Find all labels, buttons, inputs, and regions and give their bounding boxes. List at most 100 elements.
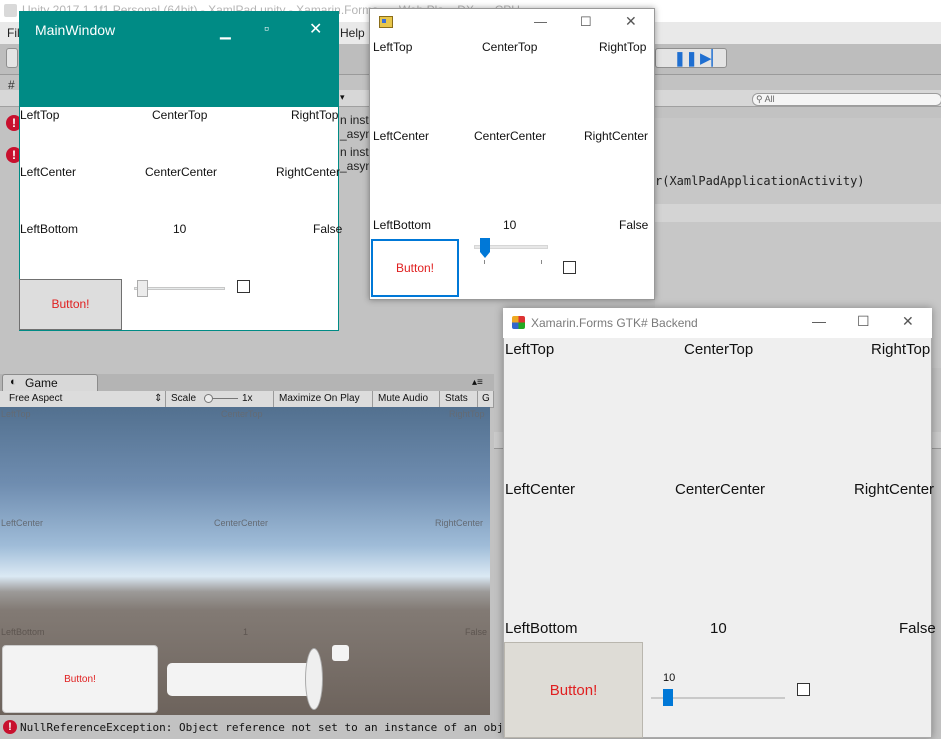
wpf-label-right-top: RightTop [291,108,339,122]
app-icon-detail [382,19,386,23]
aspect-dropdown-value: Free Aspect [9,393,63,404]
scale-slider[interactable]: Scale 1x [166,391,274,407]
gtk-label-left-top: LeftTop [505,341,555,358]
game-slider-value: 1 [243,627,249,637]
wf-label-center-top: CenterTop [482,40,538,54]
stats-toggle[interactable]: Stats [440,391,478,407]
console-entry-line: n inst [340,113,369,127]
game-toggle[interactable] [332,645,349,661]
game-slider-thumb[interactable] [305,648,323,710]
game-button[interactable]: Button! [2,645,158,713]
wpf-label-right-center: RightCenter [276,165,341,179]
error-icon: ! [3,720,17,734]
wf-button[interactable]: Button! [371,239,459,297]
gtk-window-title: Xamarin.Forms GTK# Backend [531,316,698,330]
gtk-label-center-top: CenterTop [684,341,754,358]
gtk-label-left-center: LeftCenter [505,481,576,498]
menu-item-help[interactable]: Help [340,26,365,40]
transform-tool-button[interactable] [6,48,18,68]
wpf-slider-thumb[interactable] [137,280,148,297]
tab-game[interactable]: ◐ Game [2,374,98,391]
wpf-label-left-bottom: LeftBottom [20,222,79,236]
wpf-title-bar[interactable]: MainWindow ▁ ▫ ✕ [19,11,339,107]
console-entry-line: n inst [340,145,369,159]
wpf-checkbox-value: False [313,222,343,236]
wpf-label-left-center: LeftCenter [20,165,77,179]
gtk-slider-thumb[interactable] [663,689,673,706]
maximize-icon[interactable]: ☐ [857,313,870,330]
gtk-cube-icon [512,316,525,329]
search-placeholder: All [764,94,775,104]
game-toolbar: Free Aspect ⇕ Scale 1x Maximize On Play … [0,391,494,408]
pause-icon[interactable]: ❚❚ [674,50,697,67]
wf-checkbox-value: False [619,218,649,232]
game-toggle-value: False [465,627,488,637]
minimize-icon[interactable]: ▁ [220,23,231,40]
wf-label-right-top: RightTop [599,40,647,54]
game-label-right-center: RightCenter [435,518,484,528]
wpf-label-center-center: CenterCenter [145,165,218,179]
wf-label-center-center: CenterCenter [474,129,547,143]
console-entry[interactable]: n inst _asyn [340,145,372,173]
gtk-slider-value: 10 [710,620,727,637]
tab-game-label: Game [25,376,58,390]
console-search-input[interactable]: ⚲ All [752,93,941,106]
game-label-left-top: LeftTop [1,409,31,419]
scale-value: 1x [242,393,253,404]
game-label-left-center: LeftCenter [1,518,44,528]
chevron-down-icon[interactable]: ▾ [340,92,345,103]
close-icon[interactable]: ✕ [625,13,637,30]
gtk-button[interactable]: Button! [504,642,643,738]
maximize-icon[interactable]: ▫ [264,20,269,36]
scale-slider-thumb[interactable] [204,394,213,403]
chevron-updown-icon: ⇕ [154,393,163,404]
wpf-label-left-top: LeftTop [20,108,60,122]
status-message[interactable]: NullReferenceException: Object reference… [20,721,523,734]
scale-label: Scale [171,393,197,404]
wf-checkbox[interactable] [563,261,576,274]
game-slider-track[interactable] [167,663,317,696]
wf-label-left-bottom: LeftBottom [373,218,432,232]
tab-menu-icon[interactable]: ▴≡ [472,377,483,388]
game-label-left-bottom: LeftBottom [1,627,45,637]
wpf-window-title: MainWindow [35,22,116,38]
wf-slider-tick [541,260,542,264]
search-icon: ⚲ [756,94,763,104]
app-icon [379,16,393,28]
step-icon[interactable]: ▶▏ [700,49,723,67]
gtk-checkbox-value: False [899,620,936,637]
wf-label-left-center: LeftCenter [373,129,430,143]
wf-label-right-center: RightCenter [584,129,649,143]
console-entry-line: _asyn [340,127,373,141]
aspect-dropdown[interactable]: Free Aspect ⇕ [4,391,166,407]
console-detail-text: r(XamlPadApplicationActivity) [655,174,865,188]
mute-audio-toggle[interactable]: Mute Audio [373,391,440,407]
gtk-slider-caption: 10 [663,672,676,684]
wpf-checkbox[interactable] [237,280,250,293]
game-label-center-center: CenterCenter [214,518,269,528]
minimize-icon[interactable]: — [534,14,547,29]
gtk-label-right-top: RightTop [871,341,931,358]
game-label-center-top: CenterTop [221,409,263,419]
status-bar: ! NullReferenceException: Object referen… [0,718,523,738]
close-icon[interactable]: ✕ [902,313,914,330]
gtk-label-center-center: CenterCenter [675,481,766,498]
wpf-button[interactable]: Button! [19,279,122,330]
gtk-label-right-center: RightCenter [854,481,935,498]
console-entry-line: _asyn [340,159,373,173]
gtk-checkbox[interactable] [797,683,810,696]
gtk-label-left-bottom: LeftBottom [505,620,578,637]
console-entry[interactable]: n inst _asyn [340,113,372,141]
wf-slider-value: 10 [503,218,517,232]
game-label-right-top: RightTop [449,409,485,419]
game-view-icon: ◐ [10,376,17,388]
play-controls: ❚❚ ▶▏ [655,48,727,68]
gizmos-dropdown[interactable]: G [478,391,494,407]
wpf-slider-value: 10 [173,222,187,236]
minimize-icon[interactable]: — [812,313,826,329]
maximize-on-play-toggle[interactable]: Maximize On Play [274,391,373,407]
wpf-label-center-top: CenterTop [152,108,208,122]
wf-slider-tick [484,260,485,264]
maximize-icon[interactable]: ☐ [580,14,592,30]
close-icon[interactable]: ✕ [309,19,322,39]
